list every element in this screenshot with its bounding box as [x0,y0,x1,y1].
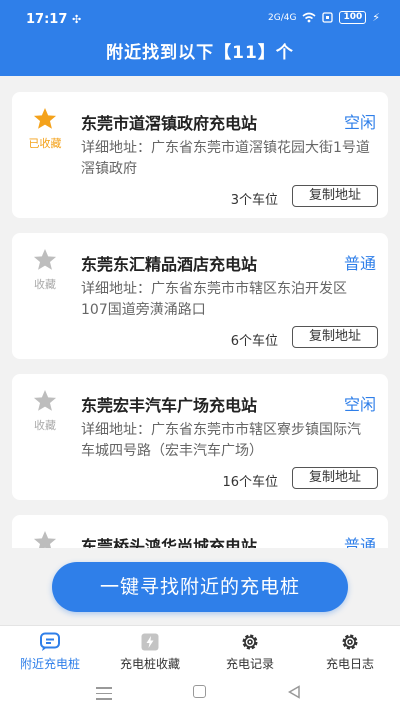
station-status: 普通 [343,254,376,273]
tab-label: 附近充电桩 [19,657,80,671]
star-icon [33,389,57,411]
page-title: 附近找到以下【11】个 [106,43,294,63]
wifi-icon [302,12,316,23]
favorite-label: 收藏 [34,278,56,291]
app-header: 17:17 ✣ 2G/4G 100 ⚡ 附近找到以下【11】个 [0,0,400,76]
battery-icon: 100 [339,11,367,24]
copy-address-button[interactable]: 复制地址 [292,467,378,489]
parking-spaces: 16个车位 [222,475,278,490]
address-prefix: 详细地址： [81,422,151,438]
lightning-icon [141,633,159,651]
station-name: 东莞市道滘镇政府充电站 [81,114,258,133]
network-indicator: 2G/4G [268,12,297,23]
bottom-tab-bar: 附近充电桩 充电桩收藏 充电记录 充电日志 [0,625,400,677]
station-name: 东莞东汇精品酒店充电站 [81,255,258,274]
tab-nearby[interactable]: 附近充电桩 [0,626,100,677]
parking-spaces: 6个车位 [230,334,278,349]
favorite-toggle[interactable]: 收藏 [12,529,78,548]
tab-label: 充电记录 [225,657,274,671]
address-prefix: 详细地址： [81,281,151,297]
favorite-label: 收藏 [34,419,56,432]
station-name: 东莞桥头鸿华尚城充电站 [81,537,258,548]
station-address: 详细地址：广东省东莞市道滘镇花园大街1号道滘镇政府 [81,138,371,180]
tab-label: 充电日志 [325,657,374,671]
station-address: 详细地址：广东省东莞市市辖区东泊开发区107国道旁潢涌路口 [81,279,371,321]
station-card[interactable]: 已收藏 东莞市道滘镇政府充电站 空闲详细地址：广东省东莞市道滘镇花园大街1号道滘镇政… [12,92,388,218]
gear-icon [342,634,358,650]
station-card[interactable]: 收藏 东莞东汇精品酒店充电站 普通详细地址：广东省东莞市市辖区东泊开发区107国道旁… [12,233,388,359]
notification-icon: ✣ [72,13,82,26]
status-icons: 2G/4G 100 ⚡ [268,11,380,24]
parking-spaces: 3个车位 [230,193,278,208]
tab-label: 充电桩收藏 [119,657,180,671]
status-bar: 17:17 ✣ 2G/4G 100 ⚡ [0,0,400,38]
status-time: 17:17 [26,12,68,27]
favorite-toggle[interactable]: 收藏 [12,247,78,292]
station-name: 东莞宏丰汽车广场充电站 [81,396,258,415]
tab-log[interactable]: 充电日志 [300,626,400,677]
tab-records[interactable]: 充电记录 [200,626,300,677]
tab-favorites[interactable]: 充电桩收藏 [100,626,200,677]
star-icon [33,530,57,548]
home-icon[interactable] [193,685,206,698]
favorite-label: 已收藏 [28,137,62,150]
station-address: 详细地址：广东省东莞市市辖区寮步镇国际汽车城四号路（宏丰汽车广场） [81,420,371,462]
star-icon [33,248,57,270]
station-card[interactable]: 收藏东莞桥头鸿华尚城充电站 普通 [12,515,388,548]
system-nav-bar [0,677,400,711]
favorite-toggle[interactable]: 已收藏 [12,106,78,151]
station-status: 空闲 [343,113,376,132]
menu-icon[interactable] [96,687,112,704]
copy-address-button[interactable]: 复制地址 [292,185,378,207]
station-card[interactable]: 收藏 东莞宏丰汽车广场充电站 空闲详细地址：广东省东莞市市辖区寮步镇国际汽车城四号路… [12,374,388,500]
back-icon[interactable] [287,685,301,699]
nearby-icon [40,632,60,651]
favorite-toggle[interactable]: 收藏 [12,388,78,433]
copy-address-button[interactable]: 复制地址 [292,326,378,348]
station-list[interactable]: 已收藏 东莞市道滘镇政府充电站 空闲 详细地址：广东省东莞市道滘镇花园大街1号道滘镇政… [0,76,400,548]
find-nearby-button[interactable]: 一键寻找附近的充电桩 [52,562,348,612]
station-status: 普通 [343,536,376,548]
sim-icon [322,12,334,23]
charging-icon: ⚡ [372,11,380,24]
station-status: 空闲 [343,395,376,414]
star-icon [33,107,57,129]
gear-icon [242,634,258,650]
address-prefix: 详细地址： [81,140,151,156]
